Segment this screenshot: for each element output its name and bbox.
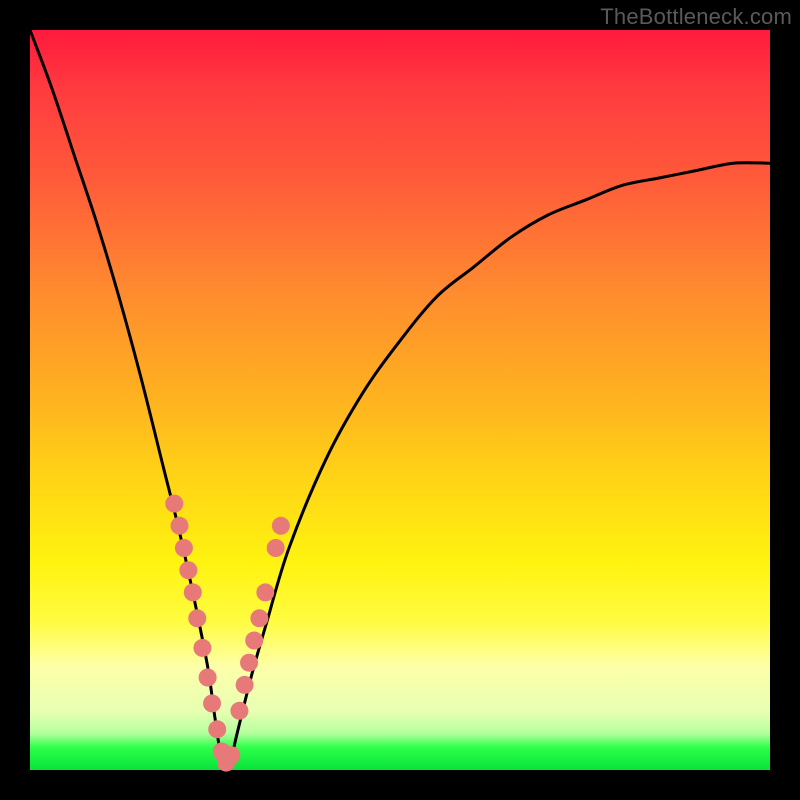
sample-point <box>193 639 211 657</box>
sample-point <box>203 694 221 712</box>
sample-point <box>184 583 202 601</box>
sample-point <box>188 609 206 627</box>
sample-point <box>272 517 290 535</box>
sample-point <box>165 495 183 513</box>
sample-point <box>179 561 197 579</box>
sample-point <box>208 720 226 738</box>
bottleneck-curve <box>30 30 770 767</box>
sample-point <box>267 539 285 557</box>
sample-point <box>230 702 248 720</box>
sample-point <box>175 539 193 557</box>
watermark-text: TheBottleneck.com <box>600 4 792 30</box>
sample-point <box>240 654 258 672</box>
sample-point <box>250 609 268 627</box>
sample-point <box>199 669 217 687</box>
sample-point <box>245 632 263 650</box>
plot-area <box>30 30 770 770</box>
chart-frame: TheBottleneck.com <box>0 0 800 800</box>
sample-point <box>170 517 188 535</box>
curve-layer <box>30 30 770 770</box>
sample-point <box>236 676 254 694</box>
sample-point <box>256 583 274 601</box>
sample-point <box>222 746 240 764</box>
